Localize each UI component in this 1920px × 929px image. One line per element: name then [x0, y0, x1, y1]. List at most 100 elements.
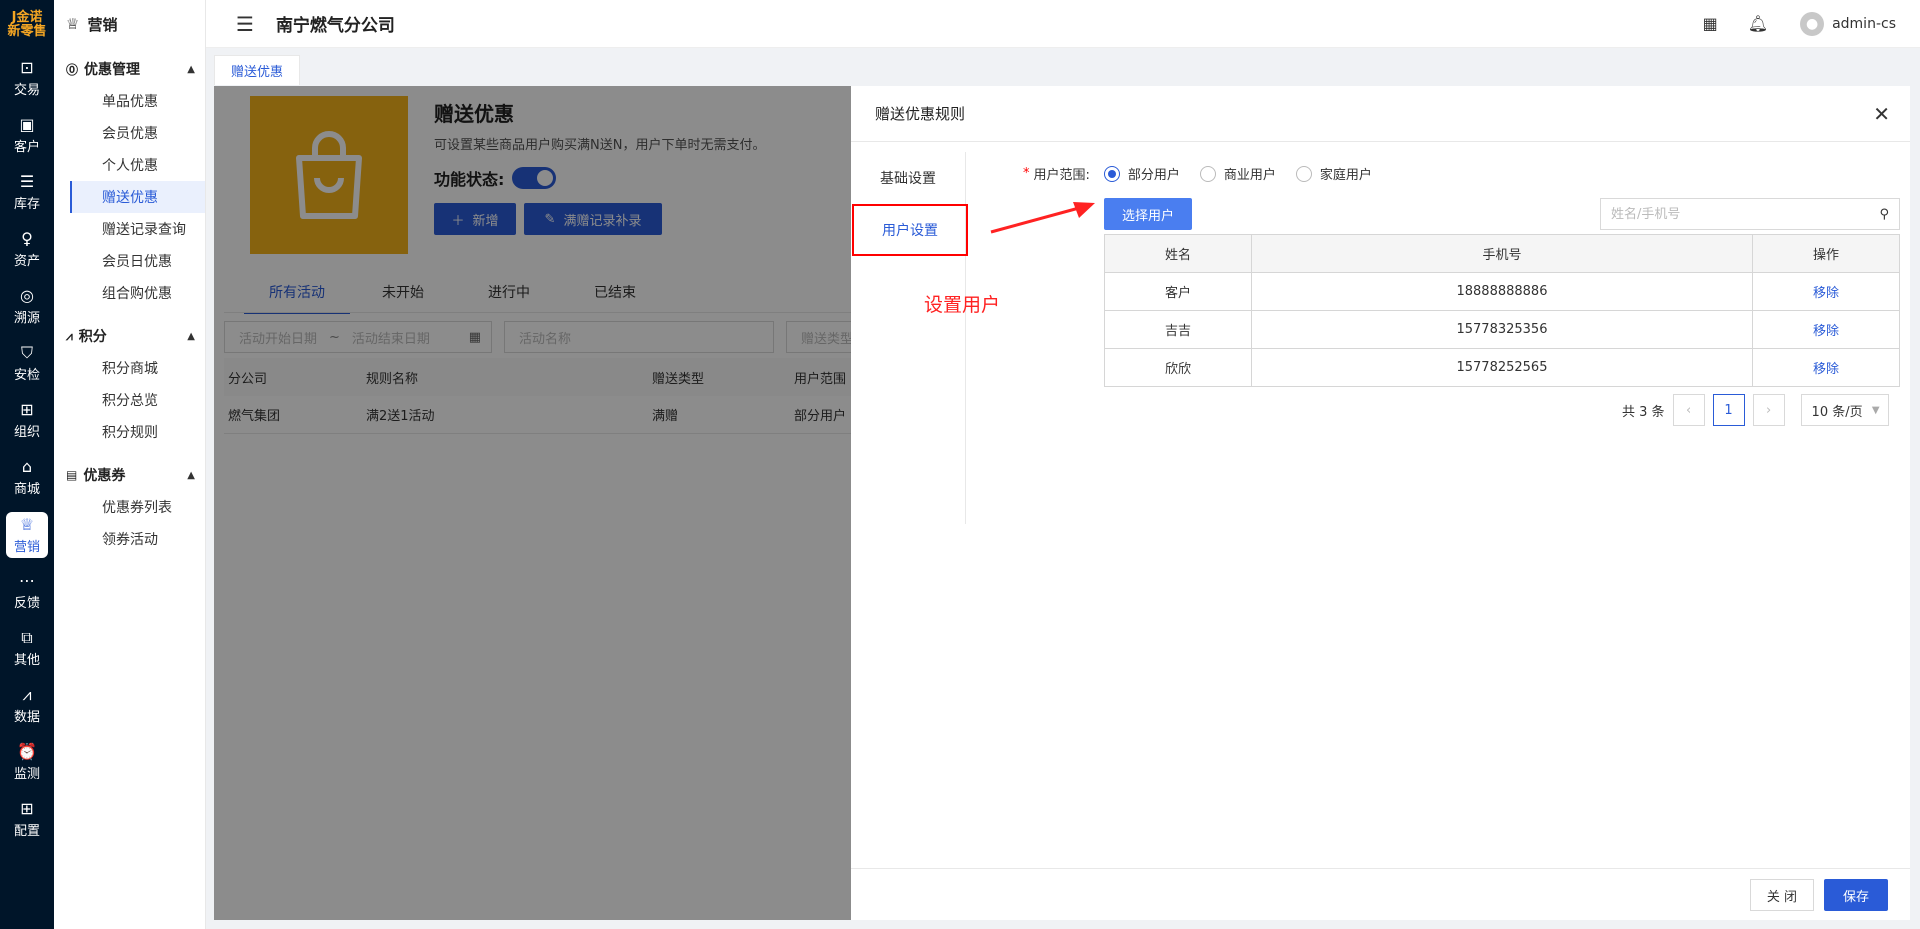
- drawer-title: 赠送优惠规则: [875, 105, 966, 123]
- bulb-icon: ♀: [21, 229, 33, 248]
- sidebar-item-coupon-list[interactable]: 优惠券列表: [70, 491, 205, 523]
- table-row: 客户 18888888886 移除: [1103, 272, 1901, 311]
- username[interactable]: admin-cs: [1832, 16, 1896, 32]
- pagination: 共 3 条 ‹ 1 › 10 条/页 ▼: [1622, 394, 1889, 426]
- trend-icon: ⩘: [66, 328, 73, 343]
- menu-toggle-icon[interactable]: ☰: [236, 12, 254, 36]
- close-button[interactable]: 关 闭: [1750, 879, 1814, 911]
- rail-item-customer[interactable]: ▣ 客户: [0, 107, 54, 164]
- bell-icon[interactable]: 🔔︎: [1748, 14, 1768, 33]
- remove-link[interactable]: 移除: [1751, 310, 1901, 349]
- coupon-icon: ▤: [66, 468, 78, 482]
- radio-home-users[interactable]: 家庭用户: [1295, 164, 1372, 183]
- sidebar-item-personal[interactable]: 个人优惠: [70, 149, 205, 181]
- next-page-button[interactable]: ›: [1752, 394, 1785, 426]
- page-number[interactable]: 1: [1712, 394, 1745, 426]
- rail-item-data[interactable]: ⩘ 数据: [0, 677, 54, 734]
- chevron-down-icon: ▼: [1871, 404, 1880, 416]
- search-input[interactable]: [1611, 206, 1880, 222]
- chart-icon: ⩘: [22, 685, 32, 704]
- remove-link[interactable]: 移除: [1751, 348, 1901, 387]
- sidebar-item-points-rules[interactable]: 积分规则: [70, 416, 205, 448]
- sidebar-item-member[interactable]: 会员优惠: [70, 117, 205, 149]
- rail-item-mall[interactable]: ⌂ 商城: [0, 449, 54, 506]
- rail-item-assets[interactable]: ♀ 资产: [0, 221, 54, 278]
- sidebar-item-points-overview[interactable]: 积分总览: [70, 384, 205, 416]
- rail-item-config[interactable]: ⊞ 配置: [0, 791, 54, 848]
- sidebar-title: ♕ 营销: [66, 15, 118, 34]
- search-icon[interactable]: ⚲: [1879, 207, 1889, 222]
- sidebar-group-points[interactable]: ⩘ 积分 ▲: [54, 320, 205, 352]
- radio-commercial-users[interactable]: 商业用户: [1199, 164, 1276, 183]
- user-range: * 用户范围: 部分用户 商业用户 家庭用户: [1023, 164, 1372, 183]
- sidebar-item-gift-records[interactable]: 赠送记录查询: [70, 213, 205, 245]
- qrcode-icon[interactable]: ▦: [1703, 14, 1718, 33]
- avatar[interactable]: ●: [1800, 11, 1825, 36]
- drawer-header: 赠送优惠规则 ✕: [851, 86, 1910, 142]
- modal-mask[interactable]: [214, 86, 851, 920]
- sidebar-group-coupon[interactable]: ▤ 优惠券 ▲: [54, 459, 205, 491]
- store-icon: ⌂: [21, 457, 33, 476]
- close-icon[interactable]: ✕: [1873, 102, 1890, 126]
- blocks-icon: ⧉: [21, 628, 33, 647]
- select-user-button[interactable]: 选择用户: [1104, 198, 1192, 230]
- rail-item-trade[interactable]: ⊡ 交易: [0, 50, 54, 107]
- prev-page-button[interactable]: ‹: [1672, 394, 1705, 426]
- chat-icon: ⋯: [19, 571, 35, 590]
- total-count: 共 3 条: [1622, 404, 1665, 420]
- rail-item-marketing[interactable]: ♕ 营销: [6, 512, 48, 558]
- drawer-footer: 关 闭 保存: [851, 868, 1910, 920]
- sidebar-item-combo[interactable]: 组合购优惠: [70, 277, 205, 309]
- rail-item-org[interactable]: ⊞ 组织: [0, 392, 54, 449]
- sidebar-item-coupon-activity[interactable]: 领券活动: [70, 523, 205, 555]
- user-table: 姓名 手机号 操作 客户 18888888886 移除 吉吉 157783253…: [1103, 234, 1901, 387]
- annotation-label: 设置用户: [924, 294, 1001, 316]
- column-name: 姓名: [1103, 234, 1253, 273]
- trophy-icon: ♕: [19, 514, 35, 534]
- sidebar-item-single[interactable]: 单品优惠: [70, 85, 205, 117]
- sidebar-group-discount[interactable]: ⓪ 优惠管理 ▲: [54, 53, 205, 85]
- shield-icon: ⛉: [20, 343, 33, 362]
- table-row: 吉吉 15778325356 移除: [1103, 310, 1901, 349]
- grid-icon: ⊞: [20, 799, 34, 818]
- bag-icon: ⊡: [20, 58, 34, 77]
- nav-user-settings[interactable]: 用户设置: [852, 204, 968, 256]
- user-search: ⚲: [1600, 198, 1900, 230]
- compass-icon: ◎: [20, 286, 34, 305]
- sidebar-item-member-day[interactable]: 会员日优惠: [70, 245, 205, 277]
- nav-basic-settings[interactable]: 基础设置: [851, 152, 965, 204]
- table-row: 欣欣 15778252565 移除: [1103, 348, 1901, 387]
- coin-icon: ⓪: [66, 62, 79, 77]
- column-action: 操作: [1751, 234, 1901, 273]
- app-logo: J金诺 新零售: [7, 9, 47, 39]
- rail-item-security[interactable]: ⛉ 安检: [0, 335, 54, 392]
- app-rail: J金诺 新零售 ⊡ 交易 ▣ 客户 ☰ 库存 ♀ 资产 ◎ 溯源 ⛉ 安检 ⊞ 组织 ⌂ 商城 …: [0, 0, 54, 929]
- tab-strip: 赠送优惠: [206, 49, 1920, 85]
- alarm-icon: ⏰: [17, 742, 37, 761]
- rail-item-inventory[interactable]: ☰ 库存: [0, 164, 54, 221]
- org-icon: ⊞: [20, 400, 34, 419]
- remove-link[interactable]: 移除: [1751, 272, 1901, 311]
- tab-gift[interactable]: 赠送优惠: [214, 55, 301, 85]
- chevron-up-icon: ▲: [187, 63, 195, 75]
- page-size-select[interactable]: 10 条/页 ▼: [1800, 394, 1889, 426]
- company-title: 南宁燃气分公司: [275, 16, 395, 36]
- drawer-nav: 基础设置 用户设置: [851, 152, 968, 524]
- annotation-arrow-icon: [990, 202, 1095, 234]
- radio-partial-users[interactable]: 部分用户: [1103, 164, 1180, 183]
- trophy-icon: ♕: [66, 15, 80, 33]
- column-phone: 手机号: [1251, 234, 1753, 273]
- inventory-icon: ☰: [19, 172, 35, 191]
- chevron-up-icon: ▲: [187, 330, 195, 342]
- rail-item-trace[interactable]: ◎ 溯源: [0, 278, 54, 335]
- sidebar-item-gift[interactable]: 赠送优惠: [70, 181, 205, 213]
- rail-item-feedback[interactable]: ⋯ 反馈: [0, 563, 54, 620]
- sidebar-item-points-mall[interactable]: 积分商城: [70, 352, 205, 384]
- top-header: ☰ 南宁燃气分公司 ▦ 🔔︎ ● admin-cs: [206, 0, 1920, 48]
- rail-item-monitor[interactable]: ⏰ 监测: [0, 734, 54, 791]
- id-card-icon: ▣: [19, 115, 35, 134]
- secondary-sidebar: ♕ 营销 ⓪ 优惠管理 ▲ 单品优惠 会员优惠 个人优惠 赠送优惠 赠送记录查询 会员…: [54, 0, 206, 929]
- save-button[interactable]: 保存: [1824, 879, 1888, 911]
- gift-rule-drawer: 赠送优惠规则 ✕ 基础设置 用户设置 设置用户 * 用户范围: 部分用户 商业用…: [851, 86, 1910, 920]
- rail-item-other[interactable]: ⧉ 其他: [0, 620, 54, 677]
